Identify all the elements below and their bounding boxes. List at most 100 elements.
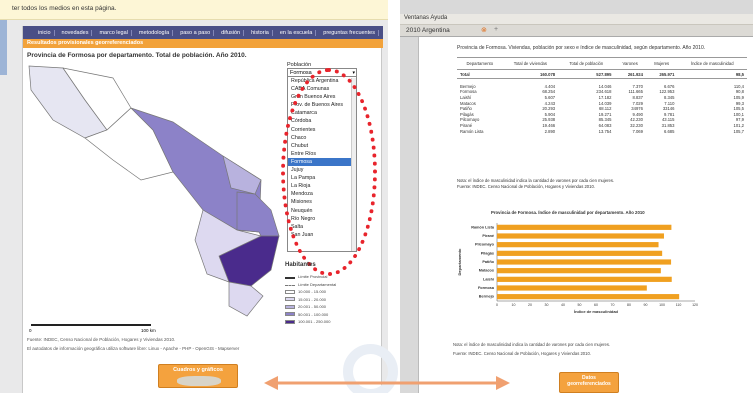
nav-item[interactable]: en la escuela [277,29,317,36]
legend-row: 20.001 - 50.000 [285,304,326,309]
chart-tick-label: 0 [496,303,498,307]
table-cell: Total [457,69,503,79]
legend-label: 20.001 - 50.000 [298,304,327,309]
chart-category-label: Bermejo [479,295,495,299]
legend-title: Habitantes [285,262,316,268]
chart-bar [497,233,664,239]
table-header-cell: Departamento [457,57,503,70]
scale-bar [31,324,151,326]
table-header-cell: Total de población [558,57,615,70]
table-cell: 7.069 [632,128,643,134]
table-cell: 261.924 [614,69,646,79]
chart-note: Nota: el índice de masculinidad indica l… [453,342,611,347]
chart-category-label: Laishí [483,277,495,281]
double-arrow-icon [264,376,510,390]
table-cell: 2.890 [544,128,556,134]
chart-tick-label: 40 [561,303,565,307]
table-cell: Ramón Lista [460,128,484,134]
census-page: inicio novedades marco legal metodología pas… [22,26,398,393]
table-cell: 6.685 [663,128,675,134]
software-text: El autodatos de información geográfica u… [27,346,240,351]
chart-category-label: Pilagás [481,251,494,255]
chart-bar [497,224,672,230]
browser-tab[interactable]: 2010 Argentina [406,27,450,34]
chart-x-label: Índice de masculinidad [574,309,619,314]
nav-item[interactable]: paso a paso [177,29,215,36]
tab-close-icon[interactable]: ⊗ [481,26,487,34]
highlight-ellipse [281,68,377,276]
legend-swatch [285,312,295,316]
chart-tick-label: 90 [644,303,648,307]
legend-label: 10.000 - 15.000 [298,289,327,294]
legend-label: 100.001 - 250.000 [298,319,331,324]
scale-right-label: 100 km [141,328,156,333]
tab-bar: 2010 Argentina ⊗ + [400,25,753,37]
right-browser-window: Ventanas Ayuda 2010 Argentina ⊗ + Provin… [400,0,753,393]
table-cell: 265.971 [645,69,678,79]
table-source: Fuente: INDEC. Censo Nacional de Poblaci… [457,184,595,189]
chart-tick-label: 10 [512,303,516,307]
legend-swatch [285,297,295,301]
formosa-map[interactable] [23,60,283,340]
chart-bar [497,250,663,256]
chart-tick-label: 100 [659,303,665,307]
table-cell: 160.078 [502,69,559,79]
chart-category-label: Patiño [482,260,494,264]
chart-source: Fuente: INDEC. Censo Nacional de Poblaci… [453,351,591,356]
chart-tick-label: 80 [627,303,631,307]
legend-label: 15.001 - 20.000 [298,296,327,302]
scale-left-label: 0 [29,328,32,333]
nav-item[interactable]: metodología [136,29,174,36]
table-cell: 13.754 [598,128,612,134]
legend-swatch [285,319,295,324]
section-banner: Resultados provisionales georreferenciad… [23,39,383,48]
table-row: Ramón Lista 2.890 13.754 7.069 6.685 105,7 [457,128,747,134]
chart-tick-label: 50 [578,303,582,307]
masculinity-bar-chart: Provincia de Formosa. Índice de masculin… [457,210,698,314]
chevron-down-icon[interactable]: ▾ [352,69,355,77]
nav-item[interactable]: inicio [35,29,55,36]
chart-tick-label: 110 [676,303,682,307]
table-cell: 105,7 [733,128,744,134]
map-department-pilcomayo [236,191,280,237]
chart-tick-label: 70 [611,303,615,307]
nav-item[interactable]: preguntas frecuentes [320,29,379,36]
table-note: Nota: el índice de masculinidad indica l… [457,178,615,183]
legend-row: 10.000 - 15.000 [285,289,326,294]
button-artwork [177,376,221,386]
chart-tick-label: 30 [545,303,549,307]
info-bar: ter todos los medios en esta página. [0,0,388,20]
section-banner-text: Resultados provisionales georreferenciad… [27,40,144,46]
tables-charts-button[interactable]: Cuadros y gráficos [158,364,238,388]
table-header-cell: Mujeres [645,57,678,70]
tables-charts-button-label: Cuadros y gráficos [173,367,223,373]
nav-item[interactable]: historia [248,29,273,36]
chart-category-label: Pirané [482,234,494,238]
chart-category-label: Pilcomayo [475,243,495,247]
chart-tick-label: 20 [528,303,532,307]
new-tab-icon[interactable]: + [494,26,498,33]
screenshot-composite: ter todos los medios en esta página. ini… [0,0,753,393]
table-header-cell: Total de viviendas [502,57,559,70]
nav-item[interactable]: novedades [59,29,93,36]
table-cell: 527.895 [558,69,615,79]
population-table: Departamento Total de viviendas Total de p… [457,57,747,134]
chart-y-label: Departamento [457,248,462,275]
georeferenced-data-button-label: Datos georreferenciados [567,375,611,387]
table-header-row: Departamento Total de viviendas Total de p… [457,57,747,70]
georeferenced-data-button[interactable]: Datos georreferenciados [559,372,619,393]
menu-bar-items[interactable]: Ventanas Ayuda [404,15,447,21]
chart-bar [497,268,661,274]
nav-item[interactable]: difusión [218,29,245,36]
side-strip [0,20,7,75]
menu-bar: Ventanas Ayuda [400,14,753,25]
chart-category-label: Matacos [479,269,494,273]
nav-item[interactable]: marco legal [96,29,132,36]
legend-row: 100.001 - 250.000 [285,319,330,324]
chart-category-label: Formosa [478,286,495,290]
source-text: Fuente: INDEC, Censo Nacional de Poblaci… [27,337,176,342]
left-browser-window: ter todos los medios en esta página. ini… [0,0,398,393]
info-bar-text: ter todos los medios en esta página. [12,5,117,12]
legend-label: Límite Provincial [298,274,328,279]
legend-row: Límite Provincial [285,274,327,279]
